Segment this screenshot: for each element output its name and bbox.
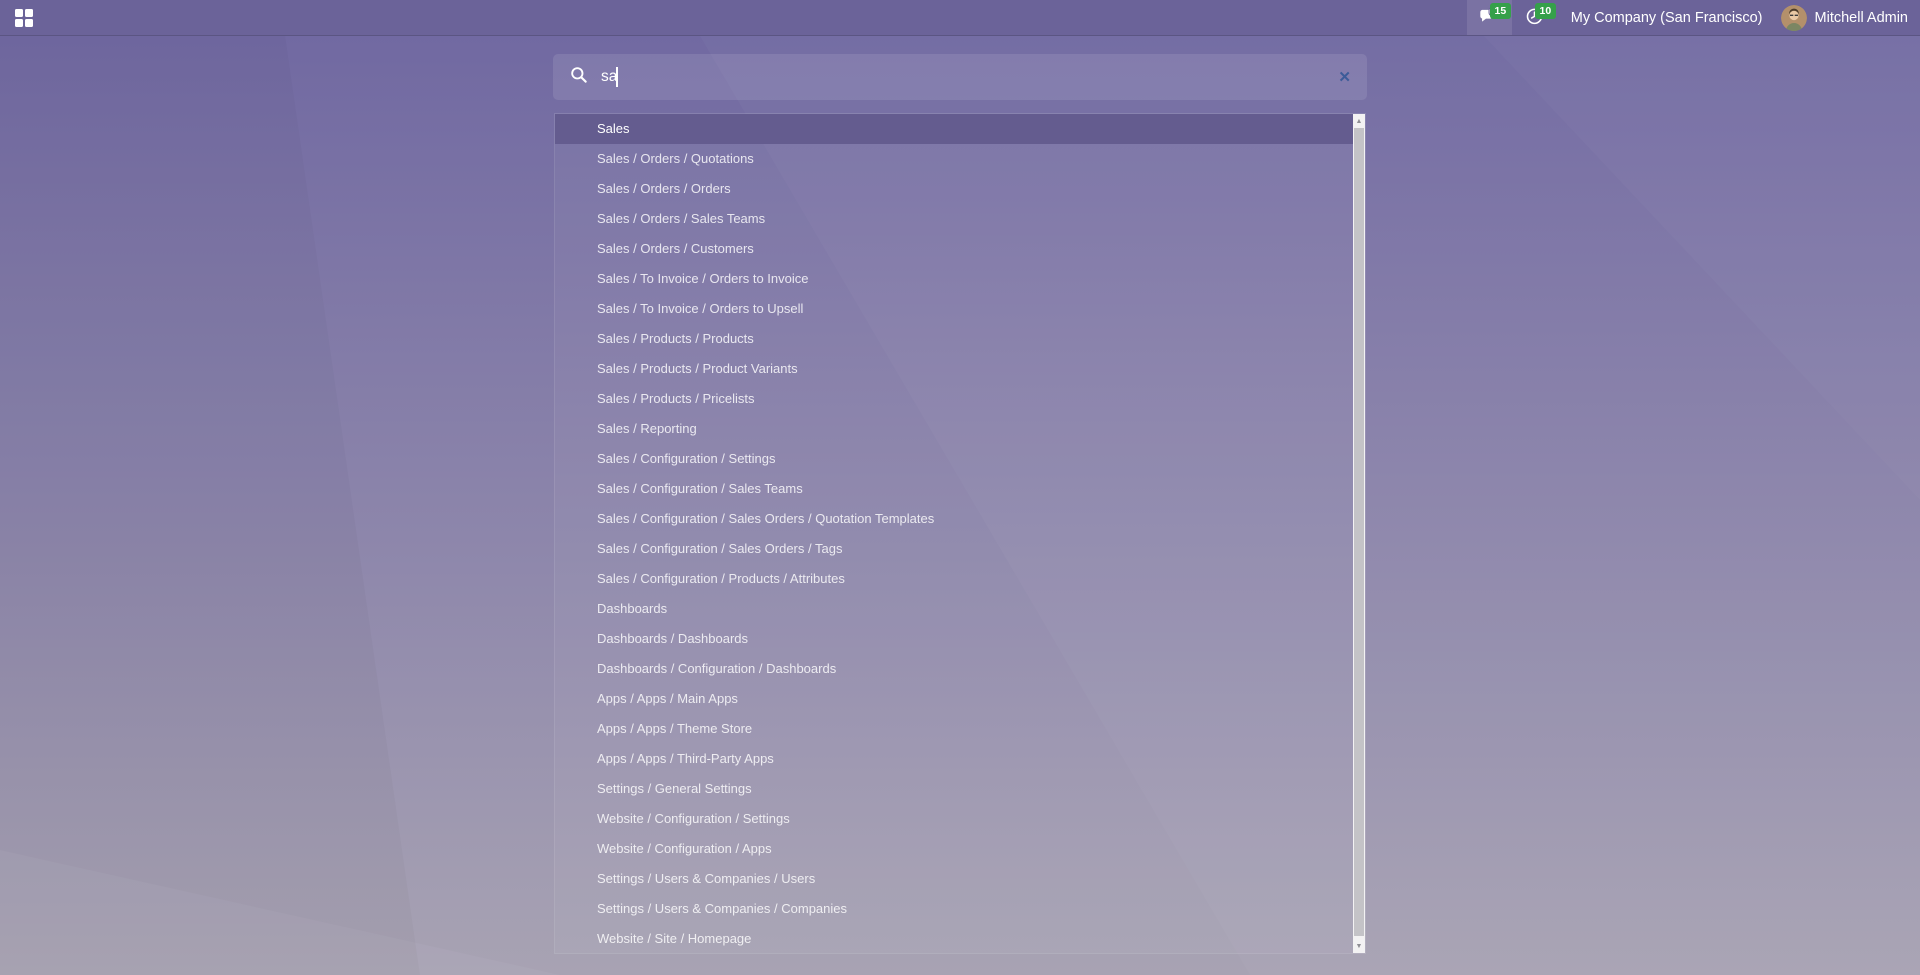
- user-menu[interactable]: Mitchell Admin: [1777, 0, 1920, 35]
- apps-grid-icon: [15, 9, 33, 27]
- menu-result-item[interactable]: Settings / General Settings: [555, 774, 1353, 804]
- menu-result-item[interactable]: Dashboards / Configuration / Dashboards: [555, 654, 1353, 684]
- menu-result-item[interactable]: Dashboards: [555, 594, 1353, 624]
- menu-result-item[interactable]: Sales / Products / Pricelists: [555, 384, 1353, 414]
- systray: 15 10 My Company (San Francisco): [1467, 0, 1920, 35]
- dropdown-scrollbar[interactable]: ▲ ▼: [1353, 114, 1365, 953]
- menu-result-item[interactable]: Sales / To Invoice / Orders to Upsell: [555, 294, 1353, 324]
- search-icon: [569, 65, 589, 90]
- menu-result-item[interactable]: Apps / Apps / Theme Store: [555, 714, 1353, 744]
- menu-result-item[interactable]: Sales: [555, 114, 1353, 144]
- search-results-dropdown: SalesSales / Orders / QuotationsSales / …: [554, 113, 1366, 954]
- avatar: [1781, 5, 1807, 31]
- menu-result-item[interactable]: Sales / Orders / Sales Teams: [555, 204, 1353, 234]
- scroll-down-arrow-icon[interactable]: ▼: [1353, 939, 1365, 953]
- activities-count-badge: 10: [1535, 3, 1556, 19]
- menu-result-item[interactable]: Sales / Configuration / Sales Orders / T…: [555, 534, 1353, 564]
- messages-menu-button[interactable]: 15: [1467, 0, 1512, 35]
- menu-result-item[interactable]: Dashboards / Dashboards: [555, 624, 1353, 654]
- menu-result-item[interactable]: Settings / Users & Companies / Users: [555, 864, 1353, 894]
- clear-search-icon[interactable]: ✕: [1338, 70, 1351, 85]
- menu-result-item[interactable]: Sales / Orders / Orders: [555, 174, 1353, 204]
- company-name: My Company (San Francisco): [1571, 10, 1763, 26]
- scrollbar-thumb[interactable]: [1354, 128, 1364, 936]
- user-name: Mitchell Admin: [1815, 10, 1908, 26]
- menu-result-item[interactable]: Website / Configuration / Apps: [555, 834, 1353, 864]
- menu-result-item[interactable]: Sales / Orders / Customers: [555, 234, 1353, 264]
- menu-result-item[interactable]: Sales / Configuration / Settings: [555, 444, 1353, 474]
- menu-result-item[interactable]: Sales / Products / Product Variants: [555, 354, 1353, 384]
- scroll-up-arrow-icon[interactable]: ▲: [1353, 114, 1365, 128]
- company-switcher[interactable]: My Company (San Francisco): [1557, 0, 1777, 35]
- menu-result-item[interactable]: Sales / Configuration / Products / Attri…: [555, 564, 1353, 594]
- menu-result-item[interactable]: Apps / Apps / Main Apps: [555, 684, 1353, 714]
- menu-result-item[interactable]: Settings / Users & Companies / Companies: [555, 894, 1353, 924]
- menu-result-item[interactable]: Sales / Reporting: [555, 414, 1353, 444]
- top-navbar: 15 10 My Company (San Francisco): [0, 0, 1920, 36]
- menu-result-item[interactable]: Apps / Apps / Third-Party Apps: [555, 744, 1353, 774]
- menu-result-item[interactable]: Website / Configuration / Settings: [555, 804, 1353, 834]
- menu-result-item[interactable]: Website / Site / Homepage: [555, 924, 1353, 953]
- menu-result-item[interactable]: Sales / Orders / Quotations: [555, 144, 1353, 174]
- search-results-list: SalesSales / Orders / QuotationsSales / …: [555, 114, 1353, 953]
- search-input[interactable]: [601, 68, 1326, 86]
- menu-result-item[interactable]: Sales / Configuration / Sales Orders / Q…: [555, 504, 1353, 534]
- menu-result-item[interactable]: Sales / Configuration / Sales Teams: [555, 474, 1353, 504]
- activities-menu-button[interactable]: 10: [1512, 0, 1557, 35]
- menu-result-item[interactable]: Sales / To Invoice / Orders to Invoice: [555, 264, 1353, 294]
- messages-count-badge: 15: [1490, 3, 1511, 19]
- home-menu-overlay: ✕ SalesSales / Orders / QuotationsSales …: [0, 54, 1920, 954]
- menu-result-item[interactable]: Sales / Products / Products: [555, 324, 1353, 354]
- text-caret: [616, 67, 618, 87]
- apps-menu-button[interactable]: [0, 0, 48, 35]
- home-menu-search-box[interactable]: ✕: [553, 54, 1367, 100]
